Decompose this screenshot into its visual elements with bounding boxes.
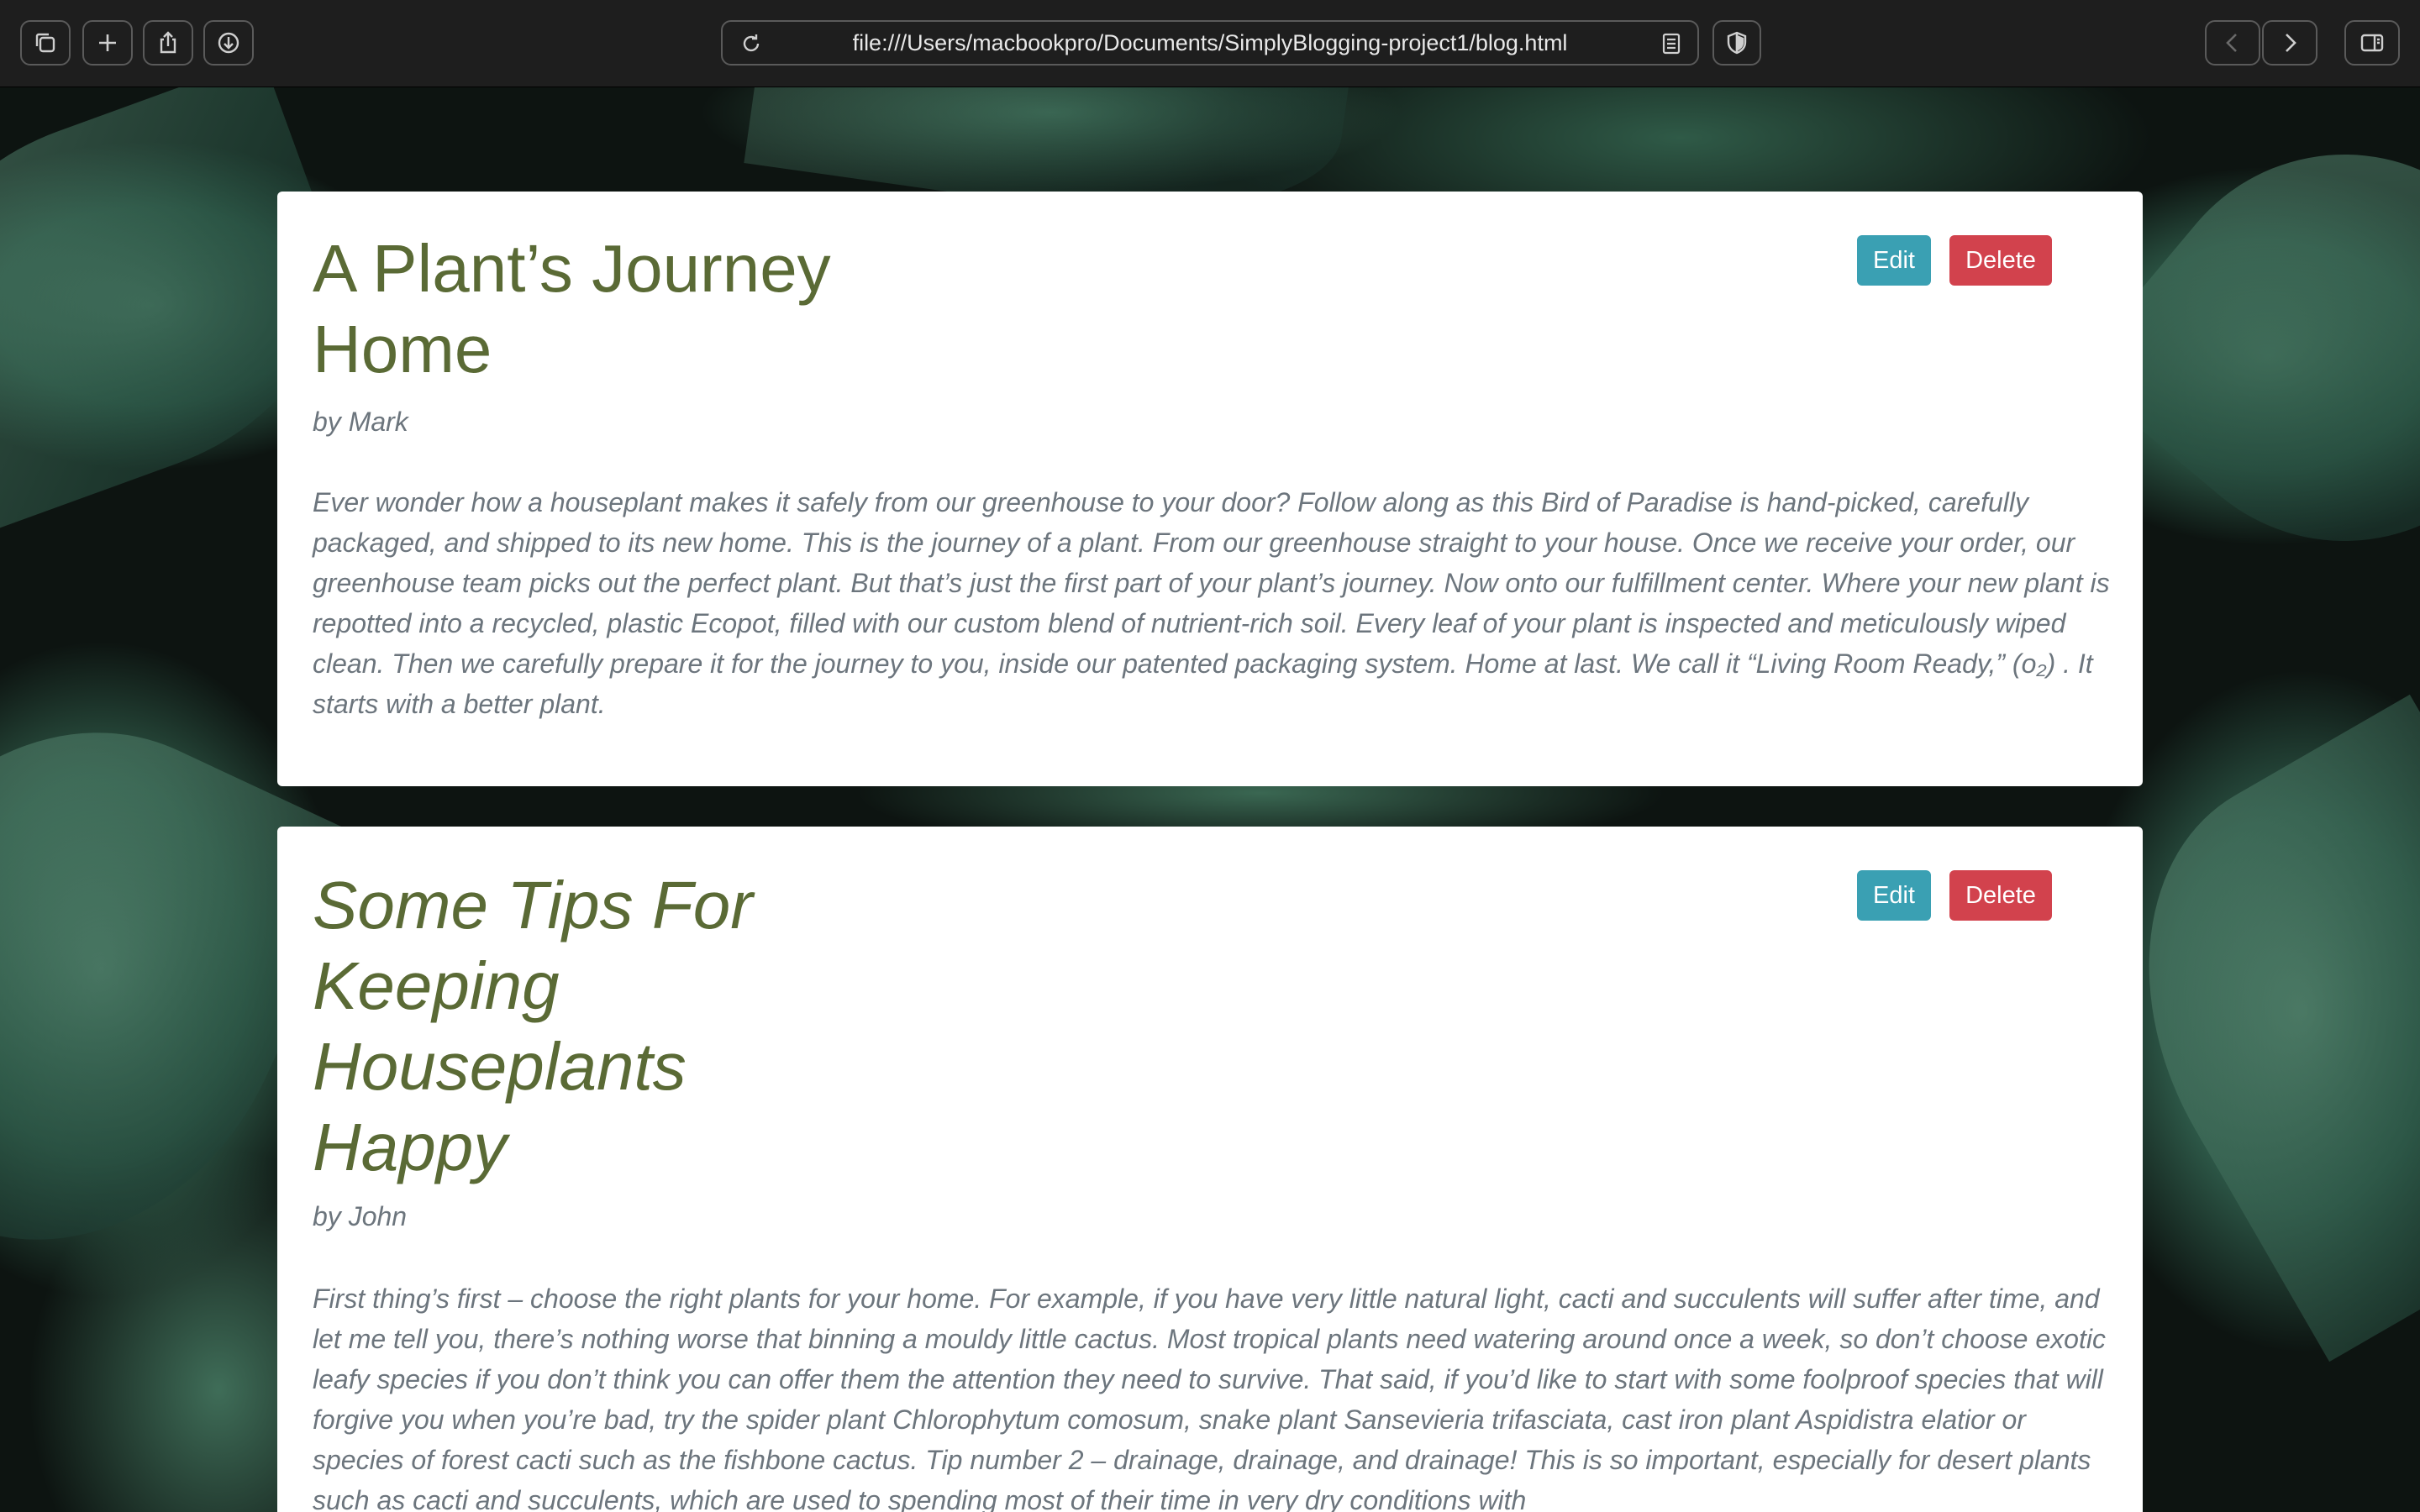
edit-button[interactable]: Edit xyxy=(1857,235,1931,286)
download-icon[interactable] xyxy=(203,20,254,66)
reload-icon[interactable] xyxy=(739,32,763,55)
url-text[interactable]: file:///Users/macbookpro/Documents/Simpl… xyxy=(853,30,1568,56)
back-icon[interactable] xyxy=(2205,20,2260,66)
blog-post-card: A Plant’s Journey Home Edit Delete by Ma… xyxy=(277,192,2143,786)
delete-button[interactable]: Delete xyxy=(1949,235,2052,286)
post-author: by Mark xyxy=(313,407,408,437)
post-title: Some Tips For Keeping Houseplants Happy xyxy=(313,868,753,1184)
tab-overview-icon[interactable] xyxy=(20,20,71,66)
reader-icon[interactable] xyxy=(1660,32,1682,55)
post-title: A Plant’s Journey Home xyxy=(313,231,831,386)
post-author: by John xyxy=(313,1201,408,1231)
blog-post-card: Some Tips For Keeping Houseplants Happy … xyxy=(277,827,2143,1512)
sidebar-icon[interactable] xyxy=(2344,20,2400,66)
edit-button[interactable]: Edit xyxy=(1857,870,1931,921)
share-icon[interactable] xyxy=(143,20,193,66)
post-body: First thing’s first – choose the right p… xyxy=(313,1284,2106,1512)
privacy-shield-icon[interactable] xyxy=(1712,20,1761,66)
forward-icon[interactable] xyxy=(2262,20,2317,66)
browser-toolbar: file:///Users/macbookpro/Documents/Simpl… xyxy=(0,0,2420,87)
new-tab-icon[interactable] xyxy=(82,20,133,66)
address-bar[interactable]: file:///Users/macbookpro/Documents/Simpl… xyxy=(721,20,1699,66)
post-body: Ever wonder how a houseplant makes it sa… xyxy=(313,487,2110,719)
delete-button[interactable]: Delete xyxy=(1949,870,2052,921)
page-background: A Plant’s Journey Home Edit Delete by Ma… xyxy=(0,87,2420,1512)
